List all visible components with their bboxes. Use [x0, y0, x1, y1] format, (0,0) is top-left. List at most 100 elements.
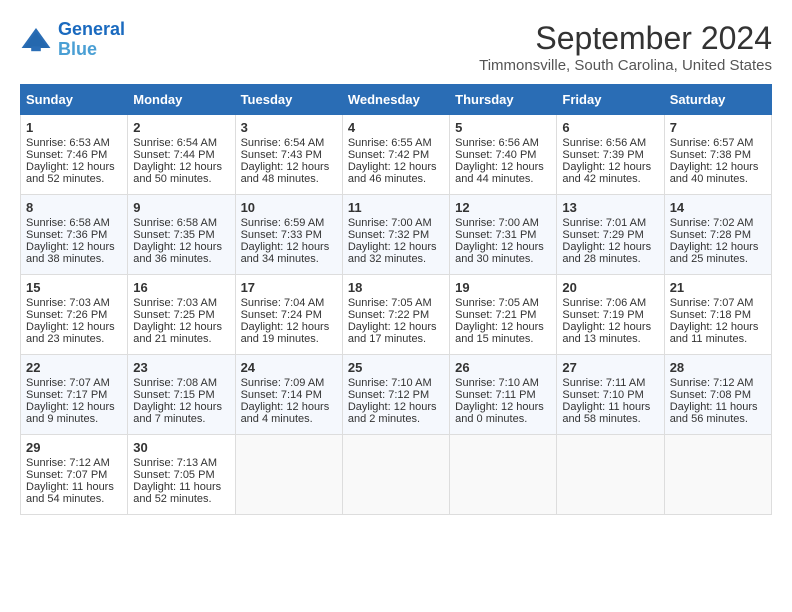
- daylight-text: Daylight: 11 hours and 54 minutes.: [26, 481, 114, 505]
- daylight-text: Daylight: 12 hours and 38 minutes.: [26, 241, 115, 265]
- daylight-text: Daylight: 12 hours and 15 minutes.: [455, 321, 544, 345]
- calendar-col-header: Saturday: [664, 85, 771, 115]
- calendar-cell: 26Sunrise: 7:10 AMSunset: 7:11 PMDayligh…: [450, 355, 557, 435]
- sunrise-text: Sunrise: 6:56 AM: [455, 137, 539, 149]
- sunset-text: Sunset: 7:24 PM: [241, 309, 322, 321]
- calendar-cell: 1Sunrise: 6:53 AMSunset: 7:46 PMDaylight…: [21, 115, 128, 195]
- day-number: 3: [241, 120, 337, 135]
- sunset-text: Sunset: 7:17 PM: [26, 389, 107, 401]
- calendar-cell: [557, 435, 664, 515]
- sunset-text: Sunset: 7:14 PM: [241, 389, 322, 401]
- sunset-text: Sunset: 7:38 PM: [670, 149, 751, 161]
- day-number: 20: [562, 280, 658, 295]
- sunrise-text: Sunrise: 7:10 AM: [455, 377, 539, 389]
- sunset-text: Sunset: 7:40 PM: [455, 149, 536, 161]
- sunrise-text: Sunrise: 7:00 AM: [348, 217, 432, 229]
- calendar-cell: 3Sunrise: 6:54 AMSunset: 7:43 PMDaylight…: [235, 115, 342, 195]
- day-number: 15: [26, 280, 122, 295]
- calendar-cell: 22 Sunrise: 7:07 AMSunset: 7:17 PMDayligh…: [21, 355, 128, 435]
- calendar-cell: 24Sunrise: 7:09 AMSunset: 7:14 PMDayligh…: [235, 355, 342, 435]
- calendar-header-row: SundayMondayTuesdayWednesdayThursdayFrid…: [21, 85, 772, 115]
- sunrise-text: Sunrise: 6:55 AM: [348, 137, 432, 149]
- calendar-cell: 17Sunrise: 7:04 AMSunset: 7:24 PMDayligh…: [235, 275, 342, 355]
- daylight-text: Daylight: 12 hours and 9 minutes.: [26, 401, 115, 425]
- calendar-cell: 20Sunrise: 7:06 AMSunset: 7:19 PMDayligh…: [557, 275, 664, 355]
- daylight-text: Daylight: 11 hours and 56 minutes.: [670, 401, 758, 425]
- day-number: 23: [133, 360, 229, 375]
- calendar-cell: 6Sunrise: 6:56 AMSunset: 7:39 PMDaylight…: [557, 115, 664, 195]
- sunset-text: Sunset: 7:42 PM: [348, 149, 429, 161]
- sunrise-text: Sunrise: 6:54 AM: [241, 137, 325, 149]
- sunset-text: Sunset: 7:19 PM: [562, 309, 643, 321]
- day-number: 22: [26, 360, 122, 375]
- calendar-cell: 23Sunrise: 7:08 AMSunset: 7:15 PMDayligh…: [128, 355, 235, 435]
- calendar-cell: 5Sunrise: 6:56 AMSunset: 7:40 PMDaylight…: [450, 115, 557, 195]
- daylight-text: Daylight: 12 hours and 50 minutes.: [133, 161, 222, 185]
- day-number: 4: [348, 120, 444, 135]
- calendar-cell: 13Sunrise: 7:01 AMSunset: 7:29 PMDayligh…: [557, 195, 664, 275]
- day-number: 18: [348, 280, 444, 295]
- day-number: 12: [455, 200, 551, 215]
- calendar-cell: 15Sunrise: 7:03 AMSunset: 7:26 PMDayligh…: [21, 275, 128, 355]
- calendar-col-header: Monday: [128, 85, 235, 115]
- day-number: 26: [455, 360, 551, 375]
- calendar-table: SundayMondayTuesdayWednesdayThursdayFrid…: [20, 84, 772, 515]
- sunset-text: Sunset: 7:08 PM: [670, 389, 751, 401]
- sunset-text: Sunset: 7:22 PM: [348, 309, 429, 321]
- day-number: 2: [133, 120, 229, 135]
- daylight-text: Daylight: 12 hours and 46 minutes.: [348, 161, 437, 185]
- calendar-cell: 7 Sunrise: 6:57 AMSunset: 7:38 PMDaylight…: [664, 115, 771, 195]
- sunset-text: Sunset: 7:33 PM: [241, 229, 322, 241]
- logo-text: General Blue: [58, 20, 125, 60]
- sunrise-text: Sunrise: 7:06 AM: [562, 297, 646, 309]
- daylight-text: Daylight: 12 hours and 17 minutes.: [348, 321, 437, 345]
- sunset-text: Sunset: 7:44 PM: [133, 149, 214, 161]
- sunrise-text: Sunrise: 7:13 AM: [133, 457, 217, 469]
- calendar-cell: 11Sunrise: 7:00 AMSunset: 7:32 PMDayligh…: [342, 195, 449, 275]
- daylight-text: Daylight: 12 hours and 25 minutes.: [670, 241, 759, 265]
- day-number: 25: [348, 360, 444, 375]
- page-title: September 2024: [479, 20, 772, 57]
- sunrise-text: Sunrise: 7:10 AM: [348, 377, 432, 389]
- day-number: 5: [455, 120, 551, 135]
- sunset-text: Sunset: 7:21 PM: [455, 309, 536, 321]
- sunrise-text: Sunrise: 7:03 AM: [26, 297, 110, 309]
- day-number: 17: [241, 280, 337, 295]
- sunrise-text: Sunrise: 7:11 AM: [562, 377, 645, 389]
- daylight-text: Daylight: 12 hours and 28 minutes.: [562, 241, 651, 265]
- day-number: 16: [133, 280, 229, 295]
- day-number: 29: [26, 440, 122, 455]
- daylight-text: Daylight: 12 hours and 40 minutes.: [670, 161, 759, 185]
- day-number: 11: [348, 200, 444, 215]
- sunrise-text: Sunrise: 7:12 AM: [26, 457, 110, 469]
- sunrise-text: Sunrise: 7:07 AM: [26, 377, 110, 389]
- sunset-text: Sunset: 7:07 PM: [26, 469, 107, 481]
- title-block: September 2024 Timmonsville, South Carol…: [479, 20, 772, 74]
- calendar-col-header: Sunday: [21, 85, 128, 115]
- sunset-text: Sunset: 7:43 PM: [241, 149, 322, 161]
- day-number: 6: [562, 120, 658, 135]
- calendar-col-header: Friday: [557, 85, 664, 115]
- daylight-text: Daylight: 11 hours and 52 minutes.: [133, 481, 221, 505]
- day-number: 7: [670, 120, 766, 135]
- calendar-cell: 18 Sunrise: 7:05 AMSunset: 7:22 PMDayligh…: [342, 275, 449, 355]
- calendar-cell: 30Sunrise: 7:13 AMSunset: 7:05 PMDayligh…: [128, 435, 235, 515]
- sunset-text: Sunset: 7:26 PM: [26, 309, 107, 321]
- sunset-text: Sunset: 7:29 PM: [562, 229, 643, 241]
- sunset-text: Sunset: 7:28 PM: [670, 229, 751, 241]
- day-number: 28: [670, 360, 766, 375]
- sunrise-text: Sunrise: 7:02 AM: [670, 217, 754, 229]
- sunrise-text: Sunrise: 7:05 AM: [348, 297, 432, 309]
- sunrise-text: Sunrise: 6:57 AM: [670, 137, 754, 149]
- calendar-cell: [235, 435, 342, 515]
- calendar-body: 1Sunrise: 6:53 AMSunset: 7:46 PMDaylight…: [21, 115, 772, 515]
- logo-icon: [20, 24, 52, 56]
- calendar-week-row: 1Sunrise: 6:53 AMSunset: 7:46 PMDaylight…: [21, 115, 772, 195]
- calendar-cell: 16Sunrise: 7:03 AMSunset: 7:25 PMDayligh…: [128, 275, 235, 355]
- page-header: General Blue September 2024 Timmonsville…: [20, 20, 772, 74]
- calendar-cell: 12Sunrise: 7:00 AMSunset: 7:31 PMDayligh…: [450, 195, 557, 275]
- sunrise-text: Sunrise: 6:56 AM: [562, 137, 646, 149]
- day-number: 10: [241, 200, 337, 215]
- sunset-text: Sunset: 7:31 PM: [455, 229, 536, 241]
- page-subtitle: Timmonsville, South Carolina, United Sta…: [479, 57, 772, 74]
